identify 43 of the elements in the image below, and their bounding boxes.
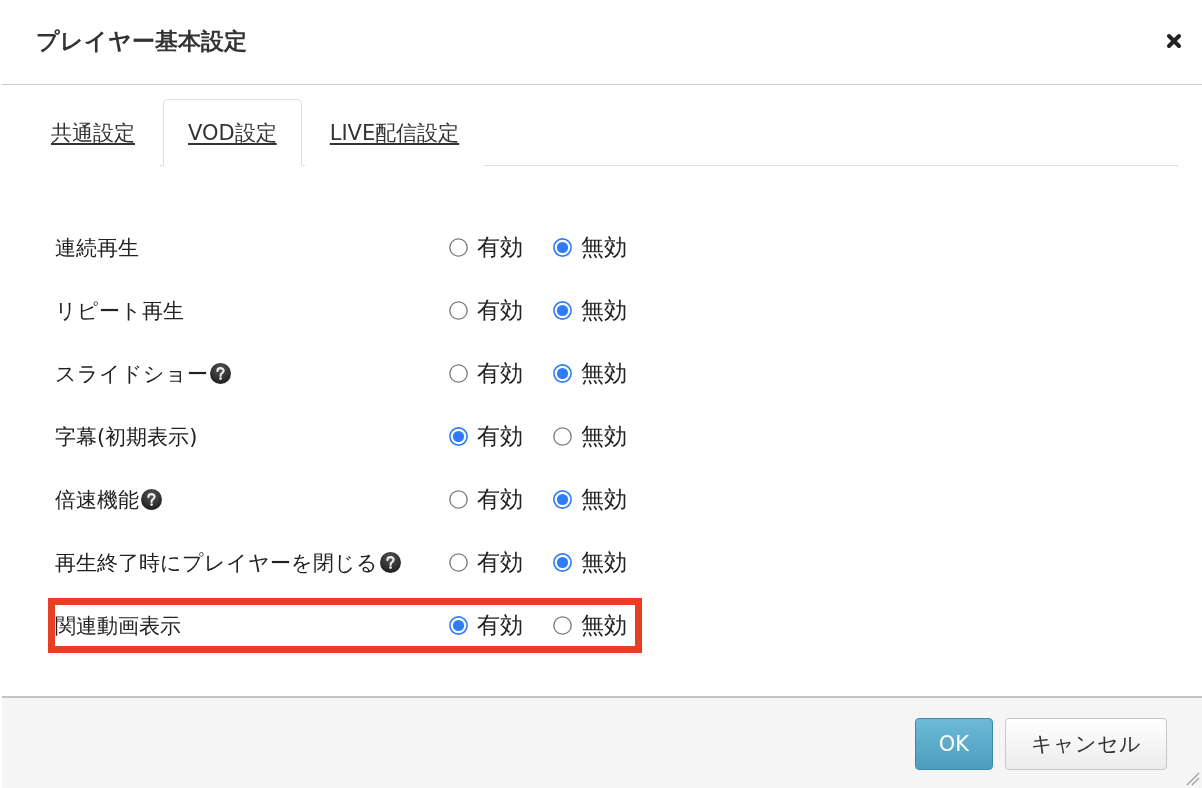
help-icon[interactable]	[380, 552, 401, 573]
option-label: 無効	[581, 548, 627, 577]
setting-label: 関連動画表示	[55, 612, 181, 640]
option-label: 無効	[581, 359, 627, 388]
radio-button[interactable]	[449, 427, 468, 446]
radio-button[interactable]	[449, 553, 468, 572]
option-label: 有効	[477, 485, 523, 514]
setting-label: 倍速機能	[55, 486, 139, 514]
setting-label: 連続再生	[55, 234, 139, 262]
setting-label: 字幕(初期表示)	[55, 423, 198, 451]
setting-label: 再生終了時にプレイヤーを閉じる	[55, 549, 378, 577]
radio-button[interactable]	[449, 490, 468, 509]
radio-button[interactable]	[449, 301, 468, 320]
radio-button[interactable]	[449, 364, 468, 383]
setting-label: スライドショー	[55, 360, 208, 388]
radio-button[interactable]	[553, 301, 572, 320]
radio-button[interactable]	[449, 616, 468, 635]
close-button[interactable]	[1166, 33, 1182, 49]
option-label: 無効	[581, 233, 627, 262]
radio-button[interactable]	[553, 616, 572, 635]
option-label: 有効	[477, 233, 523, 262]
radio-button[interactable]	[449, 238, 468, 257]
option-label: 有効	[477, 422, 523, 451]
option-label: 無効	[581, 296, 627, 325]
radio-button[interactable]	[553, 427, 572, 446]
option-label: 無効	[581, 485, 627, 514]
option-label: 有効	[477, 296, 523, 325]
radio-button[interactable]	[553, 553, 572, 572]
radio-button[interactable]	[553, 238, 572, 257]
option-label: 有効	[477, 548, 523, 577]
tab[interactable]: VOD設定	[163, 99, 302, 166]
option-label: 無効	[581, 422, 627, 451]
help-icon[interactable]	[141, 489, 162, 510]
help-icon[interactable]	[210, 363, 231, 384]
option-label: 有効	[477, 611, 523, 640]
cancel-button[interactable]: キャンセル	[1005, 718, 1167, 770]
dialog-title: プレイヤー基本設定	[36, 26, 247, 56]
radio-button[interactable]	[553, 490, 572, 509]
radio-button[interactable]	[553, 364, 572, 383]
resize-grip-icon[interactable]	[1186, 772, 1200, 786]
setting-label: リピート再生	[55, 297, 184, 325]
option-label: 無効	[581, 611, 627, 640]
option-label: 有効	[477, 359, 523, 388]
